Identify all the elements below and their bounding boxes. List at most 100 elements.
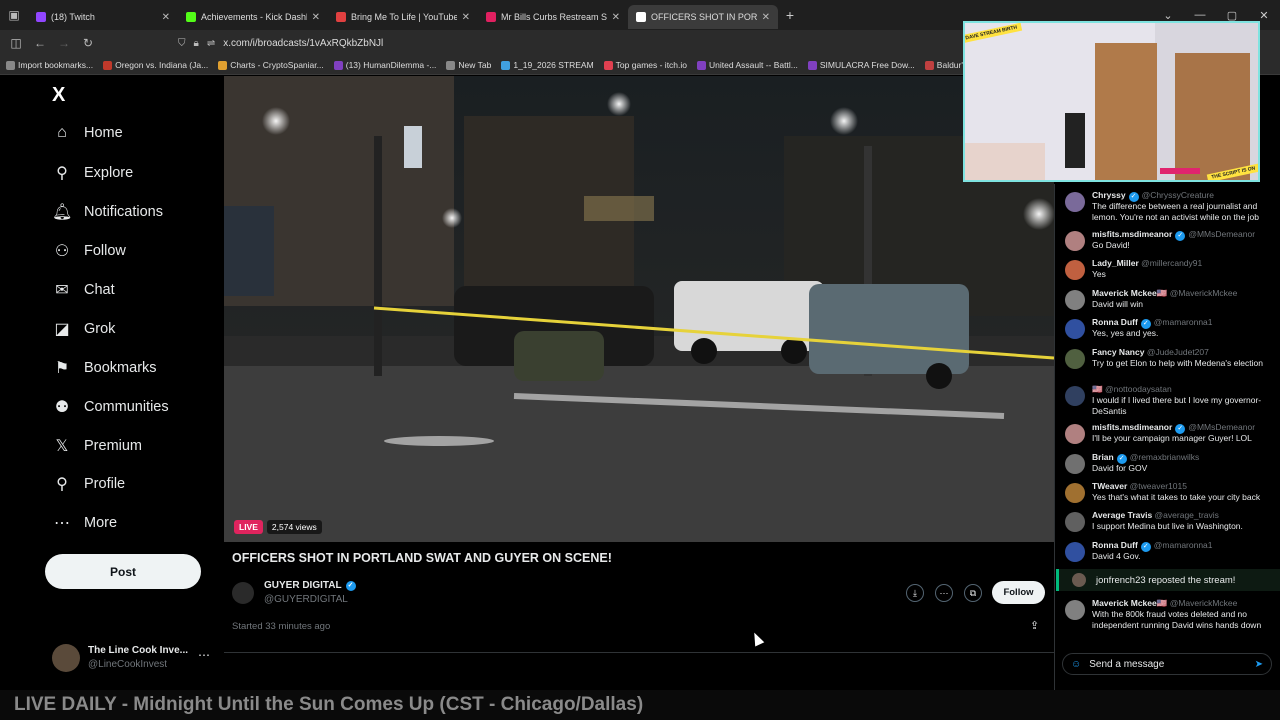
browser-tab[interactable]: (18) Twitch ✕ — [28, 5, 178, 29]
host-name[interactable]: GUYER DIGITAL — [264, 580, 342, 591]
sidebar-item-grok[interactable]: ◪ Grok — [52, 319, 115, 339]
chat-handle[interactable]: @MMsDemeanor — [1188, 422, 1255, 432]
bookmark-item[interactable]: Oregon vs. Indiana (Ja... — [103, 60, 208, 70]
bookmark-item[interactable]: Import bookmarks... — [6, 60, 93, 70]
chat-avatar[interactable] — [1065, 192, 1085, 212]
sidebar-item-more[interactable]: ⋯ More — [52, 513, 117, 533]
chat-handle[interactable]: @MMsDemeanor — [1188, 229, 1255, 239]
tab-label[interactable]: Achievements - Kick Dashboard — [201, 12, 307, 22]
page-info-icon[interactable]: ⇌ — [207, 38, 215, 49]
chat-avatar[interactable] — [1065, 231, 1085, 251]
chat-username[interactable]: Average Travis — [1092, 510, 1152, 520]
account-switcher[interactable]: The Line Cook Inve... @LineCookInvest ⋯ — [52, 642, 212, 676]
bookmark-item[interactable]: Charts - CryptoSpaniar... — [218, 60, 324, 70]
chat-handle[interactable]: @MaverickMckee — [1170, 288, 1238, 298]
bookmark-item[interactable]: SIMULACRA Free Dow... — [807, 60, 915, 70]
picture-in-picture-icon[interactable]: ⧉ — [964, 584, 982, 602]
url-text[interactable]: x.com/i/broadcasts/1vAxRQkbZbNJl — [223, 38, 383, 49]
chat-username[interactable]: Fancy Nancy — [1092, 347, 1144, 357]
tab-label[interactable]: Mr Bills Curbs Restream Show/ — [501, 12, 607, 22]
tab-close-icon[interactable]: ✕ — [162, 12, 170, 23]
sidebar-item-communities[interactable]: ⚉ Communities — [52, 397, 169, 417]
tab-label[interactable]: OFFICERS SHOT IN PORTLA — [651, 12, 757, 22]
chat-avatar[interactable] — [1065, 386, 1085, 406]
bookmark-label[interactable]: Oregon vs. Indiana (Ja... — [115, 60, 208, 70]
bookmark-item[interactable]: United Assault -- Battl... — [697, 60, 798, 70]
chat-handle[interactable]: @mamaronna1 — [1154, 317, 1213, 327]
chat-handle[interactable]: @ChryssyCreature — [1142, 190, 1214, 200]
chat-handle[interactable]: @MaverickMckee — [1170, 598, 1238, 608]
chat-handle[interactable]: @average_travis — [1155, 510, 1219, 520]
chat-avatar[interactable] — [1065, 349, 1085, 369]
clip-icon[interactable]: ⤓ — [906, 584, 924, 602]
chat-username[interactable]: Ronna Duff — [1092, 317, 1138, 327]
lock-icon[interactable]: 🔒︎ — [194, 38, 199, 49]
browser-tab[interactable]: Achievements - Kick Dashboard ✕ — [178, 5, 328, 29]
broadcast-video[interactable] — [224, 76, 1054, 542]
chat-username[interactable]: Chryssy — [1092, 190, 1126, 200]
chat-username[interactable]: Maverick Mckee🇺🇸 — [1092, 598, 1167, 608]
send-arrow-icon[interactable]: ➤ — [1255, 659, 1263, 670]
back-button[interactable]: ← — [28, 36, 52, 50]
address-bar[interactable]: ⛉ 🔒︎ ⇌ x.com/i/broadcasts/1vAxRQkbZbNJl — [178, 33, 978, 53]
host-handle[interactable]: @GUYERDIGITAL — [264, 594, 348, 605]
sidebar-toggle-icon[interactable]: ◫ — [4, 36, 28, 50]
browser-tab[interactable]: Mr Bills Curbs Restream Show/ ✕ — [478, 5, 628, 29]
chat-username[interactable]: misfits.msdimeanor — [1092, 422, 1172, 432]
chat-handle[interactable]: @nottoodaysatan — [1105, 384, 1172, 394]
share-icon[interactable]: ⇪ — [1030, 619, 1039, 632]
chat-avatar[interactable] — [1065, 290, 1085, 310]
post-button[interactable]: Post — [45, 554, 201, 589]
sidebar-item-follow[interactable]: ⚇ Follow — [52, 241, 126, 261]
bookmark-label[interactable]: SIMULACRA Free Dow... — [820, 60, 915, 70]
sidebar-item-chat[interactable]: ✉ Chat — [52, 280, 114, 300]
bookmark-label[interactable]: United Assault -- Battl... — [709, 60, 798, 70]
tab-actions-icon[interactable]: ▣ — [0, 0, 28, 30]
browser-tab[interactable]: OFFICERS SHOT IN PORTLA ✕ — [628, 5, 778, 29]
bookmark-label[interactable]: New Tab — [458, 60, 491, 70]
bookmark-item[interactable]: 1_19_2026 STREAM — [501, 60, 594, 70]
host-name-row[interactable]: GUYER DIGITAL ✓ — [264, 580, 356, 591]
chat-handle[interactable]: @mamaronna1 — [1154, 540, 1213, 550]
bookmark-label[interactable]: 1_19_2026 STREAM — [513, 60, 593, 70]
chat-username[interactable]: Ronna Duff — [1092, 540, 1138, 550]
tab-label[interactable]: Bring Me To Life | YouTube — [351, 12, 457, 22]
sidebar-item-bookmarks[interactable]: ⚑ Bookmarks — [52, 358, 157, 378]
bookmark-label[interactable]: (13) HumanDilemma -... — [346, 60, 437, 70]
chat-avatar[interactable] — [1065, 260, 1085, 280]
bookmark-label[interactable]: Import bookmarks... — [18, 60, 93, 70]
browser-tab[interactable]: Bring Me To Life | YouTube ✕ — [328, 5, 478, 29]
chat-handle[interactable]: @millercandy91 — [1141, 258, 1202, 268]
chat-avatar[interactable] — [1065, 600, 1085, 620]
sidebar-item-explore[interactable]: ⚲ Explore — [52, 163, 133, 183]
chat-username[interactable]: misfits.msdimeanor — [1092, 229, 1172, 239]
chat-avatar[interactable] — [1065, 424, 1085, 444]
chat-username[interactable]: Maverick Mckee🇺🇸 — [1092, 288, 1167, 298]
more-options-icon[interactable]: ⋯ — [935, 584, 953, 602]
maximize-button[interactable]: ▢ — [1216, 9, 1248, 22]
send-message-input[interactable]: ☺ Send a message ➤ — [1062, 653, 1272, 675]
chat-username[interactable]: Lady_Miller — [1092, 258, 1139, 268]
chat-avatar[interactable] — [1065, 483, 1085, 503]
bookmark-item[interactable]: Top games - itch.io — [603, 60, 687, 70]
sidebar-item-home[interactable]: ⌂ Home — [52, 124, 123, 142]
chat-username[interactable]: 🇺🇸 — [1092, 384, 1103, 394]
emoji-icon[interactable]: ☺ — [1071, 659, 1081, 670]
chat-username[interactable]: TWeaver — [1092, 481, 1127, 491]
sidebar-item-notifications[interactable]: 🔔︎ Notifications — [52, 202, 163, 222]
chat-avatar[interactable] — [1065, 512, 1085, 532]
shield-icon[interactable]: ⛉ — [178, 38, 186, 49]
chat-handle[interactable]: @remaxbrianwilks — [1130, 452, 1200, 462]
bookmark-label[interactable]: Top games - itch.io — [616, 60, 687, 70]
sidebar-item-premium[interactable]: 𝕏 Premium — [52, 436, 142, 456]
x-logo[interactable]: X — [52, 84, 65, 107]
chat-avatar[interactable] — [1065, 454, 1085, 474]
host-avatar[interactable] — [232, 582, 254, 604]
new-tab-button[interactable]: + — [778, 7, 802, 23]
tab-close-icon[interactable]: ✕ — [612, 12, 620, 23]
reload-button[interactable]: ↻ — [76, 36, 100, 50]
send-message-placeholder[interactable]: Send a message — [1089, 659, 1164, 670]
chat-avatar[interactable] — [1065, 319, 1085, 339]
more-dots-icon[interactable]: ⋯ — [198, 648, 210, 662]
tab-close-icon[interactable]: ✕ — [312, 12, 320, 23]
